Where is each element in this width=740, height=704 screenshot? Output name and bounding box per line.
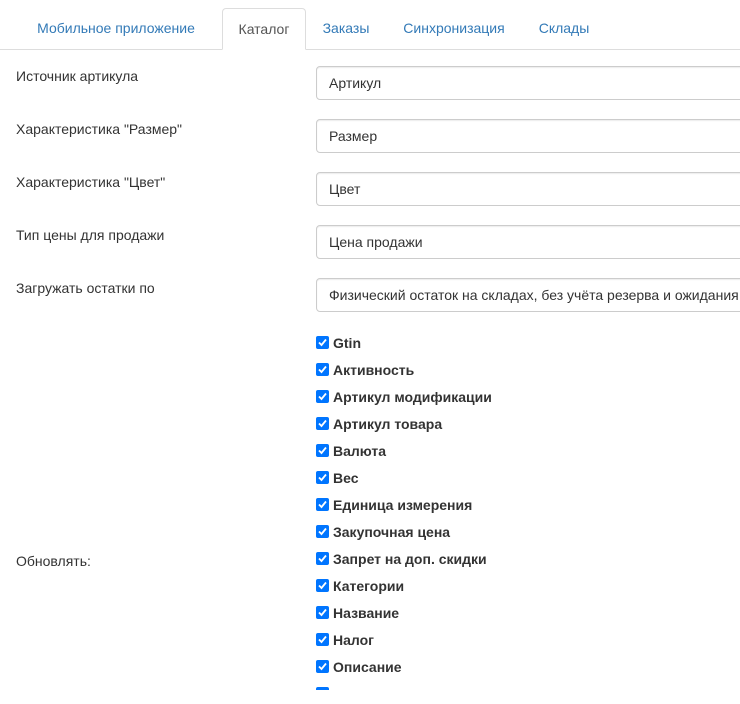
- checkbox-label: Активность: [333, 362, 415, 378]
- stock-load-select[interactable]: Физический остаток на складах, без учёта…: [316, 278, 740, 312]
- checkbox-label: Артикул модификации: [333, 389, 492, 405]
- checkbox-label: Категории: [333, 578, 405, 594]
- sale-price-type-label: Тип цены для продажи: [16, 227, 165, 243]
- checkbox-checked-icon[interactable]: [316, 552, 329, 565]
- checkbox-checked-icon[interactable]: [316, 336, 329, 349]
- checkbox-checked-icon[interactable]: [316, 498, 329, 511]
- checkbox-checked-icon[interactable]: [316, 444, 329, 457]
- checkbox-checked-icon[interactable]: [316, 471, 329, 484]
- checkbox-label: Закупочная цена: [333, 524, 451, 540]
- tab-bar: Мобильное приложение Каталог Заказы Синх…: [0, 0, 740, 50]
- size-characteristic-label: Характеристика "Размер": [16, 121, 183, 137]
- size-characteristic-select[interactable]: Размер: [316, 119, 740, 153]
- checkbox-label: Налог: [333, 632, 374, 648]
- tab-mobile-app[interactable]: Мобильное приложение: [16, 8, 216, 48]
- checkbox-label: Описание: [333, 659, 402, 675]
- tab-catalog[interactable]: Каталог: [222, 8, 306, 50]
- article-source-label: Источник артикула: [16, 68, 139, 84]
- checkbox-label: Gtin: [333, 335, 361, 351]
- checkbox-label: Валюта: [333, 443, 387, 459]
- checkbox-label: Вес: [333, 470, 359, 486]
- sale-price-type-select[interactable]: Цена продажи: [316, 225, 740, 259]
- checkbox-label: Запрет на доп. скидки: [333, 551, 487, 567]
- checkbox-checked-icon[interactable]: [316, 525, 329, 538]
- checkbox-label: Единица измерения: [333, 497, 473, 513]
- tab-warehouses[interactable]: Склады: [528, 8, 600, 48]
- update-label: Обновлять:: [16, 553, 91, 569]
- checkbox-checked-icon[interactable]: [316, 417, 329, 430]
- checkbox-checked-icon[interactable]: [316, 660, 329, 673]
- checkbox-label: Название: [333, 605, 400, 621]
- checkbox-checked-icon[interactable]: [316, 390, 329, 403]
- color-characteristic-label: Характеристика "Цвет": [16, 174, 166, 190]
- article-source-select[interactable]: Артикул: [316, 66, 740, 100]
- checkbox-checked-icon[interactable]: [316, 363, 329, 376]
- checkbox-checked-icon[interactable]: [316, 633, 329, 646]
- stock-load-label: Загружать остатки по: [16, 280, 155, 296]
- color-characteristic-select[interactable]: Цвет: [316, 172, 740, 206]
- checkbox-checked-icon[interactable]: [316, 687, 329, 690]
- tab-sync[interactable]: Синхронизация: [394, 8, 514, 48]
- tab-orders[interactable]: Заказы: [312, 8, 380, 48]
- checkbox-checked-icon[interactable]: [316, 606, 329, 619]
- checkbox-checked-icon[interactable]: [316, 579, 329, 592]
- checkbox-label: Артикул товара: [333, 416, 443, 432]
